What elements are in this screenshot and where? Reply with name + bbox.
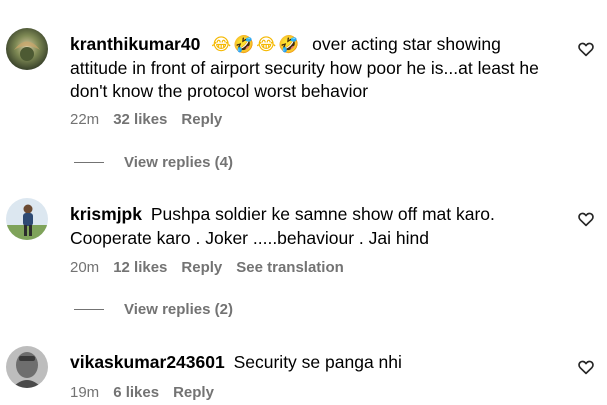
comment-text: Security se panga nhi — [233, 352, 402, 372]
comment-timestamp: 22m — [70, 111, 100, 128]
heart-icon[interactable] — [577, 40, 595, 58]
avatar[interactable] — [6, 28, 48, 70]
reply-button[interactable]: Reply — [181, 111, 222, 128]
comment-text-block: kranthikumar40 😂🤣😂🤣 over acting star sho… — [70, 33, 550, 104]
view-replies-button[interactable]: View replies (2) — [74, 301, 233, 318]
view-replies-label: View replies (2) — [124, 301, 233, 318]
comment-timestamp: 20m — [70, 259, 100, 276]
heart-icon[interactable] — [577, 358, 595, 376]
avatar[interactable] — [6, 346, 48, 388]
replies-divider-line — [74, 309, 104, 310]
like-count[interactable]: 6 likes — [113, 384, 159, 401]
view-replies-button[interactable]: View replies (4) — [74, 154, 233, 171]
reply-button[interactable]: Reply — [181, 259, 222, 276]
comment-text-block: vikaskumar243601 Security se panga nhi — [70, 351, 550, 375]
replies-divider-line — [74, 162, 104, 163]
reply-button[interactable]: Reply — [173, 384, 214, 401]
comment-timestamp: 19m — [70, 384, 100, 401]
comment-username[interactable]: vikaskumar243601 — [70, 352, 225, 372]
comment-meta: 19m 6 likes Reply — [70, 384, 228, 401]
laughing-emoji-icons: 😂🤣😂🤣 — [211, 35, 302, 54]
comment-username[interactable]: kranthikumar40 — [70, 34, 200, 54]
avatar[interactable] — [6, 198, 48, 240]
like-count[interactable]: 32 likes — [113, 111, 167, 128]
comment-text-block: krismjpk Pushpa soldier ke samne show of… — [70, 203, 550, 250]
see-translation-button[interactable]: See translation — [236, 259, 344, 276]
heart-icon[interactable] — [577, 210, 595, 228]
view-replies-label: View replies (4) — [124, 154, 233, 171]
like-count[interactable]: 12 likes — [113, 259, 167, 276]
comment-meta: 20m 12 likes Reply See translation — [70, 259, 358, 276]
comment-username[interactable]: krismjpk — [70, 204, 142, 224]
comment-meta: 22m 32 likes Reply — [70, 111, 236, 128]
